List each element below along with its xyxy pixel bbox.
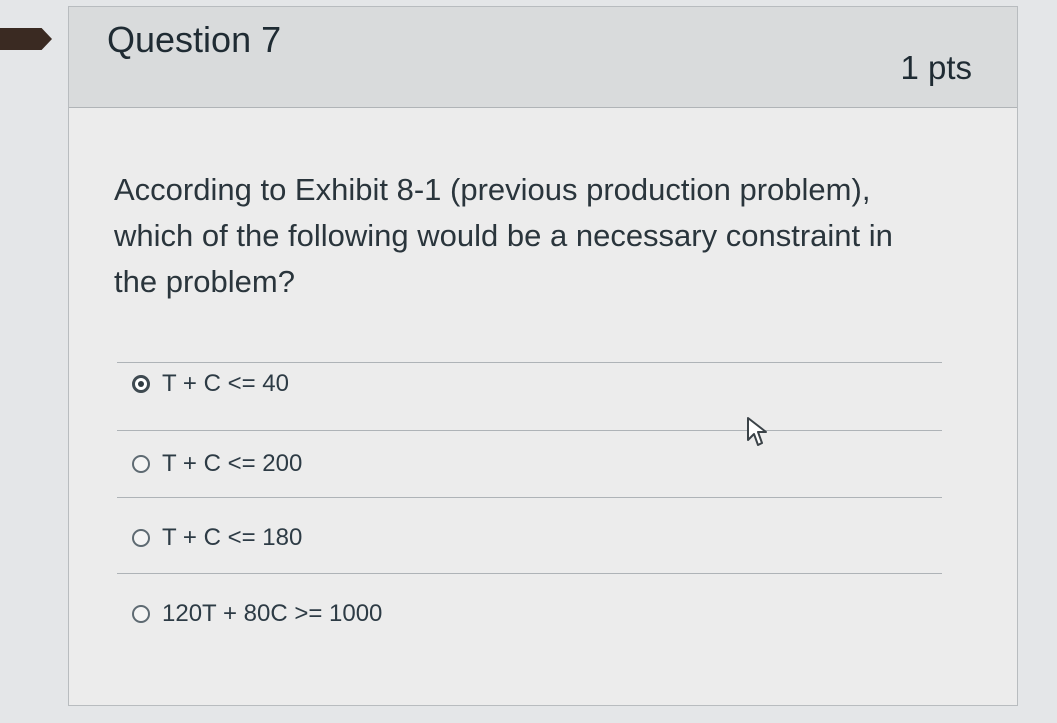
flag-marker-icon[interactable] bbox=[0, 28, 52, 50]
answer-divider bbox=[117, 362, 942, 363]
answer-divider bbox=[117, 497, 942, 498]
question-text: According to Exhibit 8-1 (previous produ… bbox=[114, 172, 893, 299]
answer-option-4[interactable]: 120T + 80C >= 1000 bbox=[132, 597, 382, 631]
radio-button[interactable] bbox=[132, 529, 150, 547]
answer-option-1[interactable]: T + C <= 40 bbox=[132, 367, 289, 401]
question-title: Question 7 bbox=[107, 19, 282, 60]
answer-label: T + C <= 40 bbox=[162, 370, 289, 397]
question-card: Question 7 1 pts According to Exhibit 8-… bbox=[68, 6, 1018, 706]
answer-option-2[interactable]: T + C <= 200 bbox=[132, 447, 302, 481]
answer-divider bbox=[117, 430, 942, 431]
mouse-pointer-icon bbox=[747, 417, 767, 446]
points-label: 1 pts bbox=[900, 49, 972, 86]
answer-divider bbox=[117, 573, 942, 574]
answer-label: T + C <= 200 bbox=[162, 450, 303, 477]
radio-button[interactable] bbox=[132, 605, 150, 623]
answer-label: 120T + 80C >= 1000 bbox=[162, 600, 383, 627]
answer-option-3[interactable]: T + C <= 180 bbox=[132, 521, 302, 555]
question-header: Question 7 1 pts bbox=[69, 7, 1017, 108]
answer-label: T + C <= 180 bbox=[162, 524, 303, 551]
radio-button-selected[interactable] bbox=[132, 375, 150, 393]
radio-button[interactable] bbox=[132, 455, 150, 473]
